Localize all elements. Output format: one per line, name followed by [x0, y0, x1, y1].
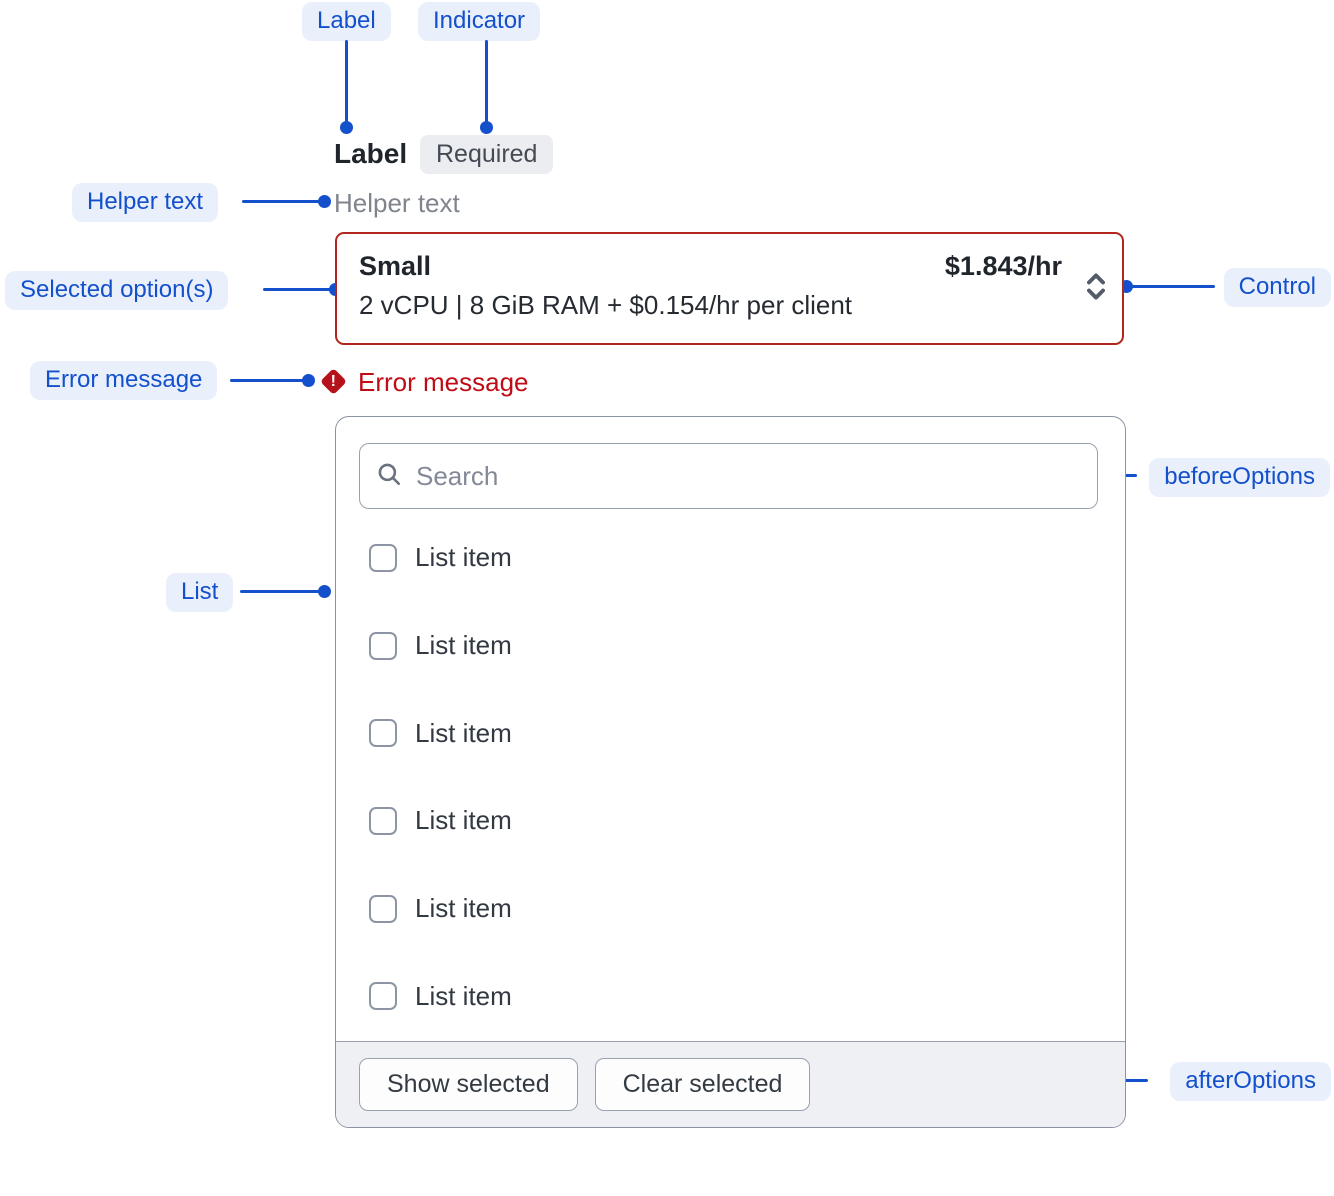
connector-error-message	[230, 379, 310, 382]
search-box[interactable]	[359, 443, 1098, 509]
list-item-label: List item	[415, 542, 512, 573]
connector-dot-label	[340, 121, 353, 134]
list-item[interactable]: List item	[336, 514, 1125, 602]
connector-control	[1127, 285, 1215, 288]
selected-option-price: $1.843/hr	[945, 248, 1062, 285]
selected-option-title: Small	[359, 248, 431, 285]
annotation-after-options: afterOptions	[1170, 1062, 1331, 1101]
clear-selected-button[interactable]: Clear selected	[595, 1058, 811, 1111]
checkbox-icon[interactable]	[369, 719, 397, 747]
double-arrow-icon	[1085, 271, 1107, 306]
connector-helper-text	[242, 200, 326, 203]
field-label: Label	[334, 138, 407, 170]
connector-indicator	[485, 40, 488, 123]
error-message-text: Error message	[358, 367, 529, 398]
checkbox-icon[interactable]	[369, 544, 397, 572]
list-item-label: List item	[415, 981, 512, 1012]
connector-dot-helper-text	[318, 195, 331, 208]
list-item-label: List item	[415, 805, 512, 836]
select-control[interactable]: Small $1.843/hr 2 vCPU | 8 GiB RAM + $0.…	[335, 232, 1124, 345]
annotation-before-options: beforeOptions	[1149, 458, 1330, 497]
search-icon	[376, 461, 402, 492]
annotation-list: List	[166, 573, 233, 612]
list-item[interactable]: List item	[336, 602, 1125, 690]
list-item[interactable]: List item	[336, 689, 1125, 777]
annotation-control: Control	[1224, 268, 1331, 307]
checkbox-icon[interactable]	[369, 895, 397, 923]
options-panel: List item List item List item List item …	[335, 416, 1126, 1128]
list-item-label: List item	[415, 630, 512, 661]
search-input[interactable]	[414, 460, 1081, 493]
connector-list	[240, 590, 326, 593]
helper-text: Helper text	[334, 188, 460, 219]
list-item[interactable]: List item	[336, 952, 1125, 1040]
error-alert-icon: !	[320, 368, 347, 395]
checkbox-icon[interactable]	[369, 632, 397, 660]
annotation-error-message: Error message	[30, 361, 217, 400]
selectable-anatomy-diagram: Label Indicator Helper text Selected opt…	[0, 0, 1334, 1196]
annotation-helper-text: Helper text	[72, 183, 218, 222]
checkbox-icon[interactable]	[369, 807, 397, 835]
connector-selected-options	[263, 288, 338, 291]
connector-label	[345, 40, 348, 123]
connector-dot-error-message	[302, 374, 315, 387]
annotation-selected-options: Selected option(s)	[5, 271, 228, 310]
list-item-label: List item	[415, 893, 512, 924]
required-badge: Required	[420, 135, 553, 174]
show-selected-button[interactable]: Show selected	[359, 1058, 578, 1111]
list-item-label: List item	[415, 718, 512, 749]
panel-footer: Show selected Clear selected	[336, 1041, 1125, 1127]
connector-dot-list	[318, 585, 331, 598]
annotation-indicator: Indicator	[418, 2, 540, 41]
selected-option-description: 2 vCPU | 8 GiB RAM + $0.154/hr per clien…	[359, 285, 1100, 325]
list-item[interactable]: List item	[336, 777, 1125, 865]
options-list: List item List item List item List item …	[336, 514, 1125, 1040]
list-item[interactable]: List item	[336, 865, 1125, 953]
annotation-label: Label	[302, 2, 391, 41]
connector-dot-indicator	[480, 121, 493, 134]
checkbox-icon[interactable]	[369, 982, 397, 1010]
